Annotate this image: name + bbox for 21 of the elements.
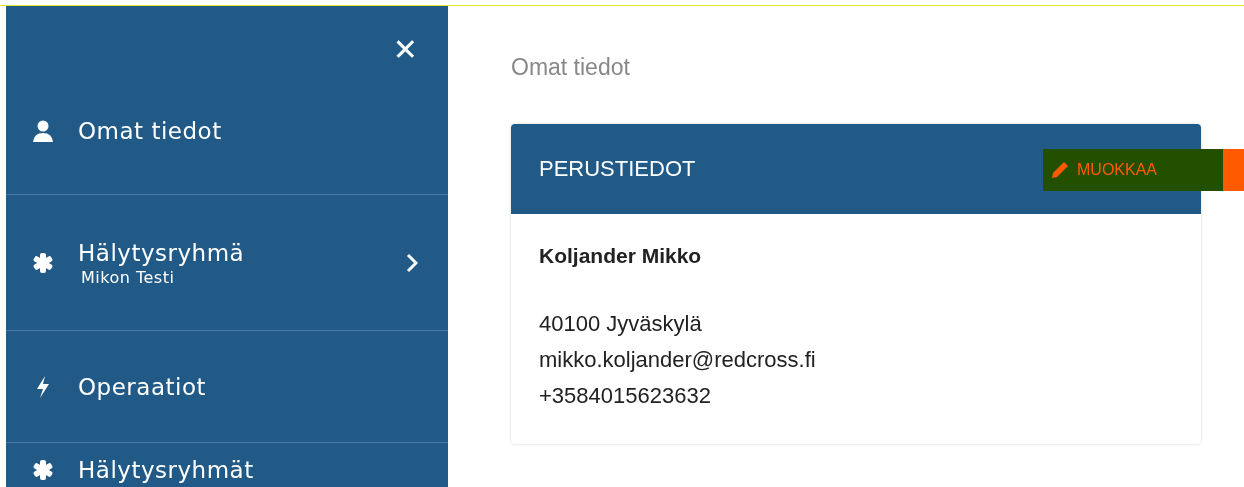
asterisk-icon [33, 460, 53, 480]
pencil-icon [1051, 161, 1069, 179]
sidebar-item[interactable]: Hälytysryhmät [6, 443, 448, 487]
sidebar-item[interactable]: Hälytysryhmä Mikon Testi [6, 195, 448, 331]
sidebar-item-label: Operaatiot [78, 372, 207, 402]
contact-line: mikko.koljander@redcross.fi [539, 346, 817, 374]
sidebar-item-label: Hälytysryhmä [78, 239, 246, 268]
sidebar-item-sublabel: Mikon Testi [81, 268, 176, 287]
page-title: Omat tiedot [511, 54, 631, 82]
contact-line: 40100 Jyväskylä [539, 310, 703, 338]
sidebar-item[interactable]: Omat tiedot [6, 68, 448, 195]
sidebar-item-label: Omat tiedot [78, 117, 223, 146]
bolt-icon [35, 375, 51, 398]
contact-line: +3584015623632 [539, 382, 712, 410]
sidebar-item[interactable]: Operaatiot [6, 331, 448, 443]
close-button[interactable]: ✕ [392, 32, 418, 68]
person-name: Koljander Mikko [539, 244, 703, 268]
asterisk-icon [33, 252, 53, 273]
card-title: PERUSTIEDOT [539, 156, 696, 182]
sidebar-item-label: Hälytysryhmät [78, 456, 255, 485]
person-icon [32, 120, 54, 142]
